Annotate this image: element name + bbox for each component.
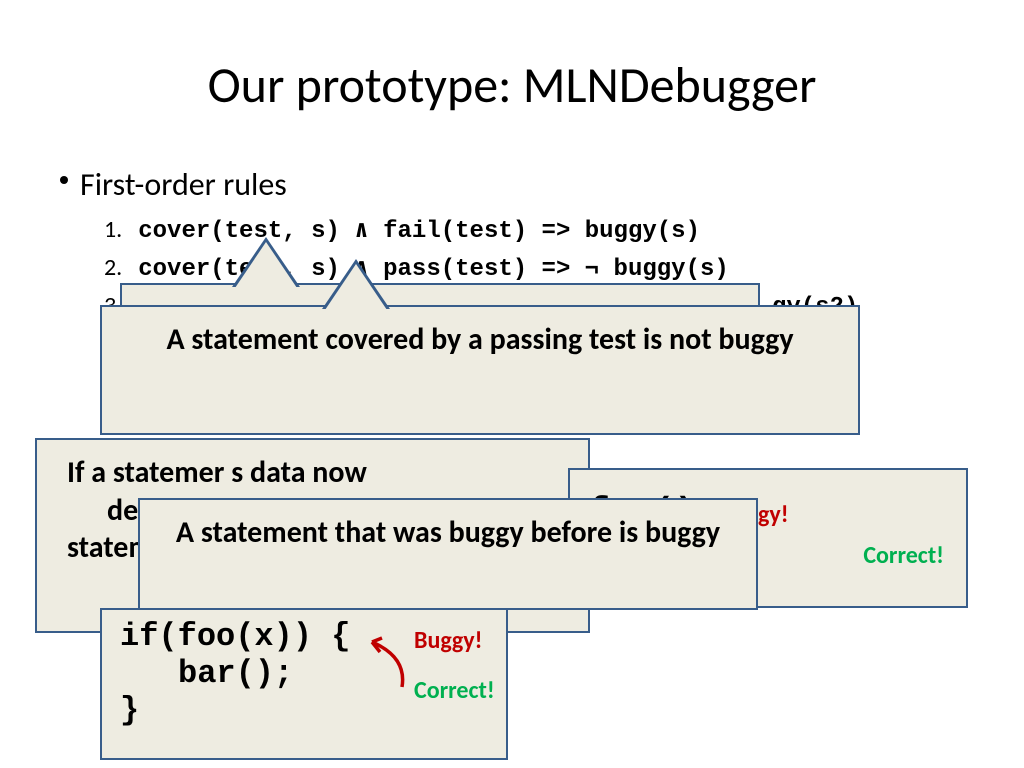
callout-wasbuggy: A statement that was buggy before is bug… (138, 498, 758, 610)
pointer-fill (325, 264, 387, 310)
correct-label: Correct! (863, 541, 944, 571)
rule-code: cover(test, s) ∧ pass(test) => ¬ buggy(s… (138, 256, 729, 283)
callout-text: A statement that was buggy before is bug… (176, 514, 720, 551)
buggy-label: Buggy! (414, 626, 482, 655)
slide-title: Our prototype: MLNDebugger (0, 0, 1024, 116)
code-box: if(foo(x)) { bar(); } Buggy! Correct! (100, 608, 508, 760)
rule-num: 1. (104, 215, 122, 244)
pointer-fill (235, 242, 297, 288)
rule-1: 1. cover(test, s) ∧ fail(test) => buggy(s… (104, 215, 700, 245)
rule-2: 2. cover(test, s) ∧ pass(test) => ¬ buggy… (104, 253, 729, 283)
callout-passing: A statement covered by a passing test is… (100, 305, 860, 435)
rule-code: cover(test, s) ∧ fail(test) => buggy(s) (138, 218, 700, 245)
rule-num: 2. (104, 253, 122, 282)
correct-label: Correct! (414, 676, 495, 705)
callout-text: A statement covered by a passing test is… (166, 321, 793, 358)
arrow-icon (352, 632, 422, 702)
callout-text: If a statemer s data now (67, 454, 568, 492)
bullet-icon (60, 176, 68, 184)
bullet-text: First-order rules (80, 165, 287, 204)
